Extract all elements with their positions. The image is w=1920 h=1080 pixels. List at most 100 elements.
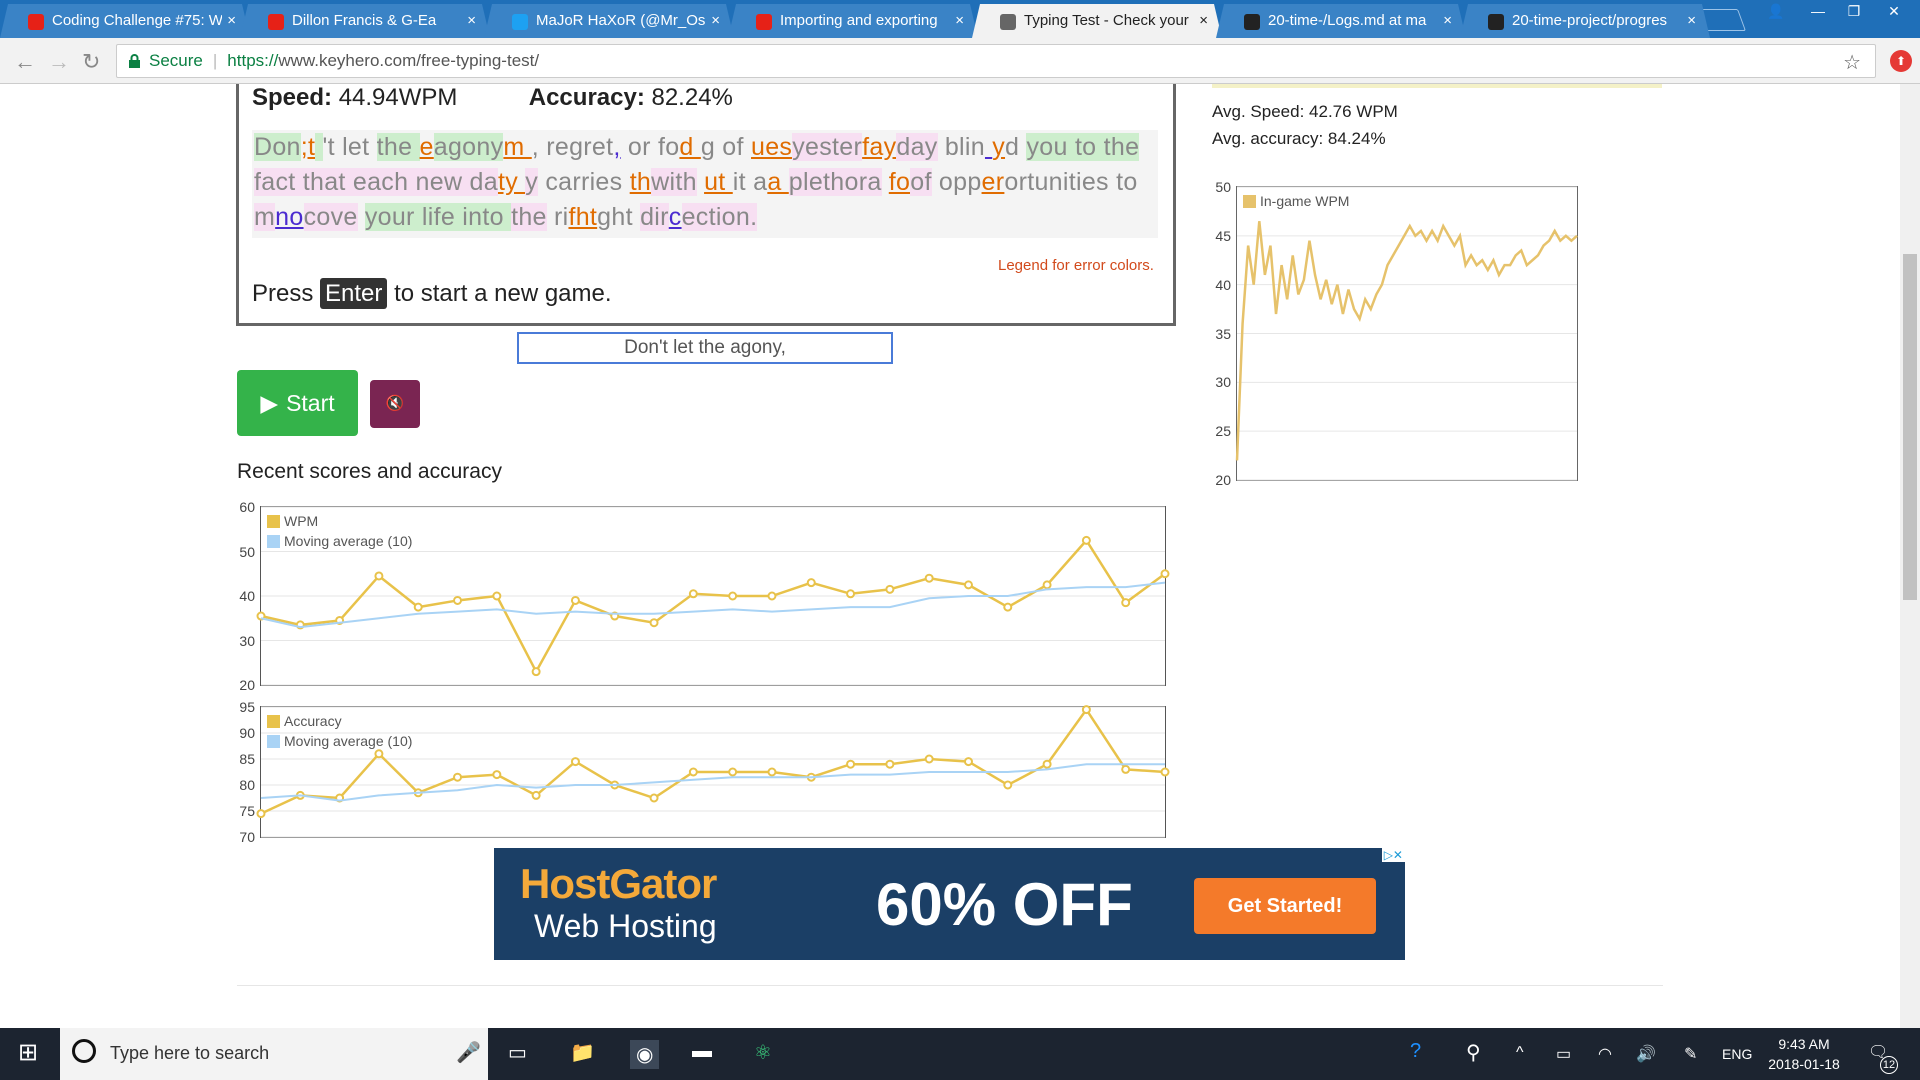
y-tick-label: 50 xyxy=(239,543,255,560)
speed-value: 44.94WPM xyxy=(338,84,458,111)
mute-button[interactable]: 🔇 xyxy=(370,380,420,428)
tab-1[interactable]: Dillon Francis & G-Ea × xyxy=(240,4,490,38)
tab-6[interactable]: 20-time-project/progres × xyxy=(1460,4,1710,38)
file-explorer-icon[interactable]: 📁 xyxy=(570,1040,595,1065)
close-tab-icon[interactable]: × xyxy=(467,12,476,29)
close-tab-icon[interactable]: × xyxy=(955,12,964,29)
profile-icon[interactable]: 👤 xyxy=(1756,0,1796,22)
tray-chevron-icon[interactable]: ^ xyxy=(1516,1044,1524,1062)
url-bar[interactable]: Secure | https://www.keyhero.com/free-ty… xyxy=(116,44,1876,78)
windows-start-icon[interactable]: ⊞ xyxy=(18,1038,38,1067)
data-point xyxy=(413,602,423,612)
tab-3[interactable]: Importing and exporting × xyxy=(728,4,978,38)
bookmark-star-icon[interactable]: ☆ xyxy=(1843,50,1861,75)
error-legend-link[interactable]: Legend for error colors. xyxy=(998,257,1154,274)
series-line-in-game-wpm xyxy=(1235,221,1578,461)
tab-title: 20-time-project/progres xyxy=(1512,12,1668,29)
start-button[interactable]: ▶ Start xyxy=(237,370,358,436)
people-icon[interactable]: ⚲ xyxy=(1466,1040,1481,1065)
scrollbar[interactable] xyxy=(1900,84,1920,1028)
close-tab-icon[interactable]: × xyxy=(1199,12,1208,29)
cortana-icon xyxy=(72,1039,96,1063)
ad-close-icon[interactable]: ▷✕ xyxy=(1381,848,1405,862)
legend-swatch xyxy=(1243,194,1256,208)
wifi-icon[interactable]: ◠ xyxy=(1598,1044,1612,1064)
data-point xyxy=(374,571,384,581)
enter-key: Enter xyxy=(320,278,388,309)
data-point xyxy=(924,573,934,583)
y-tick-label: 75 xyxy=(239,803,255,819)
data-point xyxy=(767,591,777,601)
sidebar-stats: Avg. Speed: 42.76 WPM Avg. accuracy: 84.… xyxy=(1212,98,1398,152)
data-point xyxy=(728,767,738,777)
close-tab-icon[interactable]: × xyxy=(1687,12,1696,29)
close-tab-icon[interactable]: × xyxy=(711,12,720,29)
tab-4[interactable]: Typing Test - Check your × xyxy=(972,4,1222,38)
tab-0[interactable]: Coding Challenge #75: W × xyxy=(0,4,250,38)
browser-tab-bar: 👤 — ❐ ✕ Coding Challenge #75: W × Dillon F… xyxy=(0,0,1920,38)
accuracy-chart: 70 75 80 85 90 95 Accuracy Moving average (10) xyxy=(239,699,1170,845)
extension-icon[interactable]: ⬆ xyxy=(1890,50,1912,72)
legend-label: Moving average (10) xyxy=(284,733,413,749)
game-stats: Speed: 44.94WPM Accuracy: 82.24% xyxy=(252,84,733,111)
legend-swatch xyxy=(267,734,280,748)
page-content: Speed: 44.94WPM Accuracy: 82.24% Don;t '… xyxy=(0,84,1900,1028)
tab-2[interactable]: MaJoR HaXoR (@Mr_Os × xyxy=(484,4,734,38)
taskbar-search[interactable]: Type here to search 🎤 xyxy=(60,1028,488,1080)
data-point xyxy=(688,589,698,599)
legend-entry: Moving average (10) xyxy=(267,733,412,749)
clock[interactable]: 9:43 AM 2018-01-18 xyxy=(1764,1034,1844,1074)
close-tab-icon[interactable]: × xyxy=(227,12,236,29)
help-icon[interactable]: ? xyxy=(1410,1040,1421,1063)
y-tick-label: 30 xyxy=(1215,374,1231,391)
task-view-icon[interactable]: ▭ xyxy=(508,1040,527,1065)
data-point xyxy=(256,809,266,819)
data-point xyxy=(492,591,502,601)
chrome-icon[interactable]: ◉ xyxy=(630,1040,660,1069)
typing-input[interactable]: Don't let the agony, xyxy=(517,332,893,364)
tab-title: Importing and exporting xyxy=(780,12,938,29)
data-point xyxy=(1160,569,1170,579)
atom-icon[interactable]: ⚛ xyxy=(754,1040,772,1065)
forward-icon[interactable]: → xyxy=(48,49,70,75)
volume-icon[interactable]: 🔊 xyxy=(1636,1044,1656,1064)
ad-offer: 60% OFF xyxy=(876,871,1133,938)
data-point xyxy=(570,595,580,605)
notification-count: 12 xyxy=(1880,1056,1898,1074)
restore-button[interactable]: ❐ xyxy=(1834,0,1874,22)
data-point xyxy=(1121,764,1131,774)
y-tick-label: 50 xyxy=(1215,179,1231,195)
data-point xyxy=(649,618,659,628)
close-window-button[interactable]: ✕ xyxy=(1874,0,1914,22)
minimize-button[interactable]: — xyxy=(1798,0,1838,22)
ad-cta-button[interactable]: Get Started! xyxy=(1194,878,1376,934)
ad-tagline: Web Hosting xyxy=(534,908,717,944)
data-point xyxy=(846,759,856,769)
y-tick-label: 80 xyxy=(239,777,255,793)
hostgator-ad[interactable]: HostGator Web Hosting 60% OFF Get Starte… xyxy=(494,848,1405,960)
battery-icon[interactable]: ▭ xyxy=(1556,1044,1571,1064)
legend-label: Moving average (10) xyxy=(284,533,413,549)
tab-title: Dillon Francis & G-Ea xyxy=(292,12,437,29)
divider xyxy=(237,985,1663,986)
microphone-icon[interactable]: 🎤 xyxy=(456,1040,481,1065)
language-indicator[interactable]: ENG xyxy=(1722,1046,1752,1062)
chart-svg xyxy=(256,705,1170,838)
reload-icon[interactable]: ↻ xyxy=(82,49,100,75)
legend-label: WPM xyxy=(284,513,319,529)
youtube-icon xyxy=(28,14,44,30)
data-point xyxy=(806,578,816,588)
tab-5[interactable]: 20-time-/Logs.md at ma × xyxy=(1216,4,1466,38)
legend-swatch xyxy=(267,534,280,548)
data-point xyxy=(570,757,580,767)
scrollbar-thumb[interactable] xyxy=(1903,254,1917,600)
back-icon[interactable]: ← xyxy=(14,49,36,75)
legend-entry: Accuracy xyxy=(267,713,342,729)
url-text: https://www.keyhero.com/free-typing-test… xyxy=(227,51,540,70)
series-line-wpm xyxy=(260,538,1166,675)
terminal-icon[interactable]: ▬ xyxy=(692,1040,712,1063)
y-tick-label: 35 xyxy=(1215,325,1231,342)
data-point xyxy=(846,589,856,599)
pen-icon[interactable]: ✎ xyxy=(1684,1044,1697,1064)
close-tab-icon[interactable]: × xyxy=(1443,12,1452,29)
